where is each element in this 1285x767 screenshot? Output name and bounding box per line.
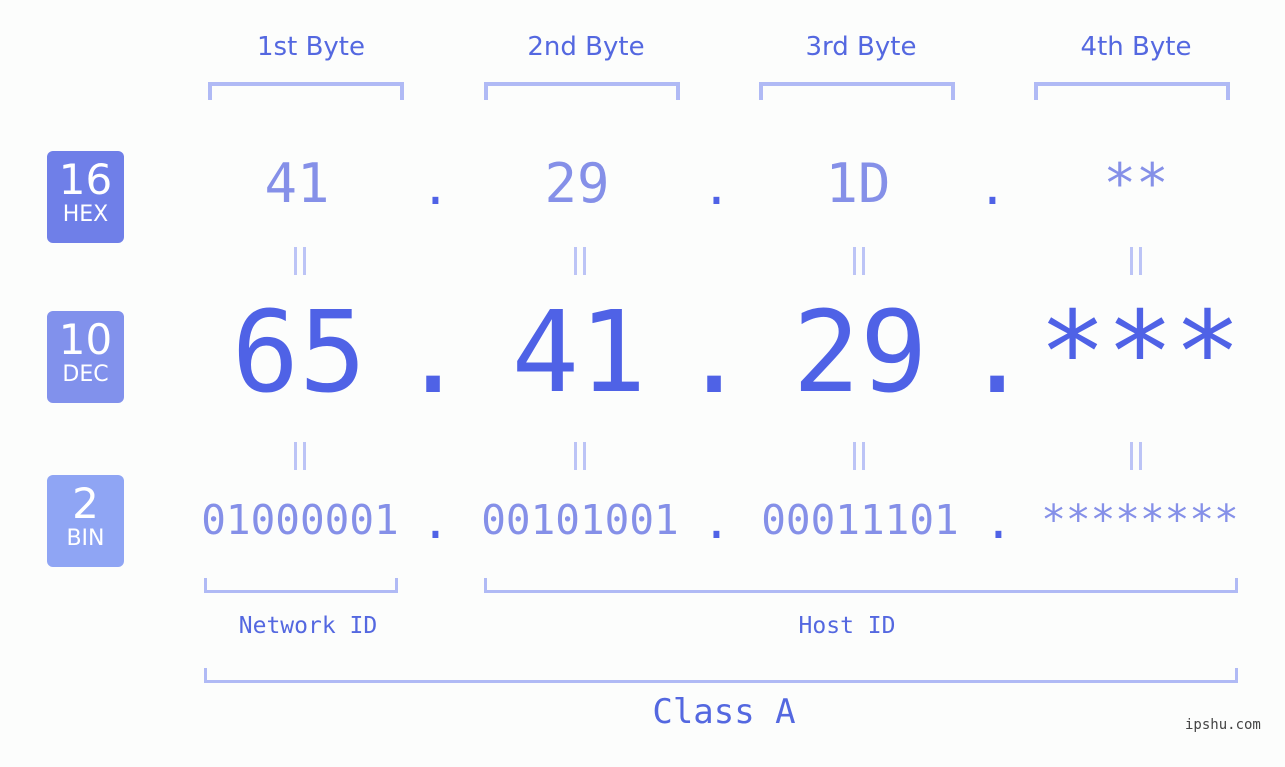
header-byte-3: 3rd Byte (805, 32, 917, 62)
hex-byte-1: 41 (264, 152, 330, 215)
hex-dot-2: . (702, 160, 731, 216)
bin-byte-1: 01000001 (201, 496, 399, 544)
bracket-byte-3 (759, 82, 955, 100)
bin-dot-2: . (702, 494, 731, 550)
bracket-host-id (484, 578, 1238, 593)
watermark: ipshu.com (1185, 717, 1261, 733)
badge-bin-base: 2 (72, 479, 99, 528)
badge-bin: 2 BIN (47, 475, 124, 567)
badge-dec-label: DEC (62, 362, 109, 387)
hex-byte-2: 29 (544, 152, 610, 215)
network-id-label: Network ID (238, 613, 378, 639)
dec-byte-1: 65 (231, 288, 367, 418)
bracket-byte-1 (208, 82, 404, 100)
badge-hex-label: HEX (62, 202, 109, 227)
badge-bin-label: BIN (66, 526, 105, 551)
dec-dot-2: . (681, 290, 748, 418)
header-byte-1: 1st Byte (257, 32, 365, 62)
badge-dec: 10 DEC (47, 311, 124, 403)
header-byte-2: 2nd Byte (527, 32, 645, 62)
dec-byte-2: 41 (511, 288, 647, 418)
equals-icon (574, 442, 586, 470)
equals-icon (1130, 442, 1142, 470)
equals-icon (574, 247, 586, 275)
dec-byte-3: 29 (792, 288, 928, 418)
hex-byte-3: 1D (825, 152, 891, 215)
dec-byte-4: *** (1038, 288, 1242, 418)
bracket-byte-2 (484, 82, 680, 100)
bin-dot-1: . (421, 494, 450, 550)
bin-dot-3: . (984, 494, 1013, 550)
bin-byte-4: ******** (1041, 496, 1239, 544)
header-byte-4: 4th Byte (1080, 32, 1192, 62)
dec-dot-3: . (964, 290, 1031, 418)
bracket-network-id (204, 578, 398, 593)
badge-hex-base: 16 (58, 155, 113, 204)
bracket-class (204, 668, 1238, 683)
bin-byte-2: 00101001 (481, 496, 679, 544)
equals-icon (853, 442, 865, 470)
badge-hex: 16 HEX (47, 151, 124, 243)
equals-icon (853, 247, 865, 275)
badge-dec-base: 10 (58, 315, 113, 364)
equals-icon (294, 247, 306, 275)
bin-byte-3: 00011101 (761, 496, 959, 544)
hex-byte-4: ** (1103, 152, 1169, 215)
equals-icon (294, 442, 306, 470)
hex-dot-3: . (978, 160, 1007, 216)
class-label: Class A (652, 692, 796, 732)
hex-dot-1: . (421, 160, 450, 216)
dec-dot-1: . (400, 290, 467, 418)
host-id-label: Host ID (798, 613, 896, 639)
equals-icon (1130, 247, 1142, 275)
bracket-byte-4 (1034, 82, 1230, 100)
